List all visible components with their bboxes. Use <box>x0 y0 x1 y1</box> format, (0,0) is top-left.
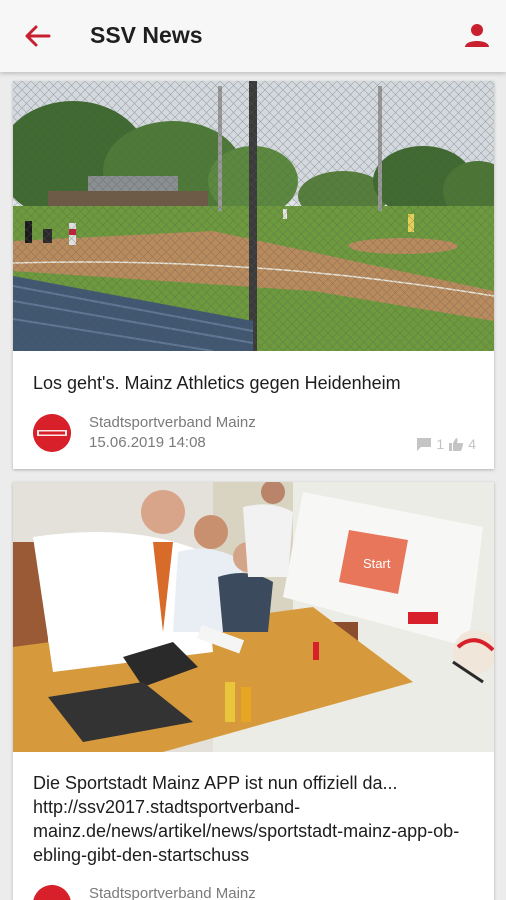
arrow-left-icon <box>25 25 51 47</box>
ssv-logo-icon <box>33 885 71 900</box>
post-title[interactable]: Los geht's. Mainz Athletics gegen Heiden… <box>33 371 476 395</box>
post-date: 15.06.2019 14:08 <box>89 434 206 451</box>
post-stats: 1 4 <box>416 435 476 453</box>
author-avatar <box>33 414 71 452</box>
comment-icon <box>417 437 432 451</box>
news-card[interactable]: Los geht's. Mainz Athletics gegen Heiden… <box>13 81 494 469</box>
post-image <box>13 81 494 351</box>
back-button[interactable] <box>22 22 52 50</box>
post-image: Start <box>13 482 494 752</box>
post-title[interactable]: Die Sportstadt Mainz APP ist nun offizie… <box>33 771 476 867</box>
like-count: 4 <box>468 436 476 452</box>
news-feed: Los geht's. Mainz Athletics gegen Heiden… <box>0 72 506 900</box>
author-name: Stadtsportverband Mainz <box>89 414 256 431</box>
page-title: SSV News <box>90 22 203 48</box>
app-bar: SSV News <box>0 0 506 72</box>
press-conference-photo: Start <box>13 482 494 752</box>
baseball-field-photo <box>13 81 494 351</box>
slide-text: Start <box>363 556 391 571</box>
news-card[interactable]: Start Die Sportstadt Mainz APP ist nun o… <box>13 482 494 900</box>
comment-count: 1 <box>436 436 445 452</box>
author-name: Stadtsportverband Mainz <box>89 885 256 900</box>
thumbs-up-icon <box>449 437 464 451</box>
profile-button[interactable] <box>462 21 492 51</box>
person-icon <box>465 24 489 47</box>
ssv-logo-icon <box>33 414 71 452</box>
author-avatar <box>33 885 71 900</box>
